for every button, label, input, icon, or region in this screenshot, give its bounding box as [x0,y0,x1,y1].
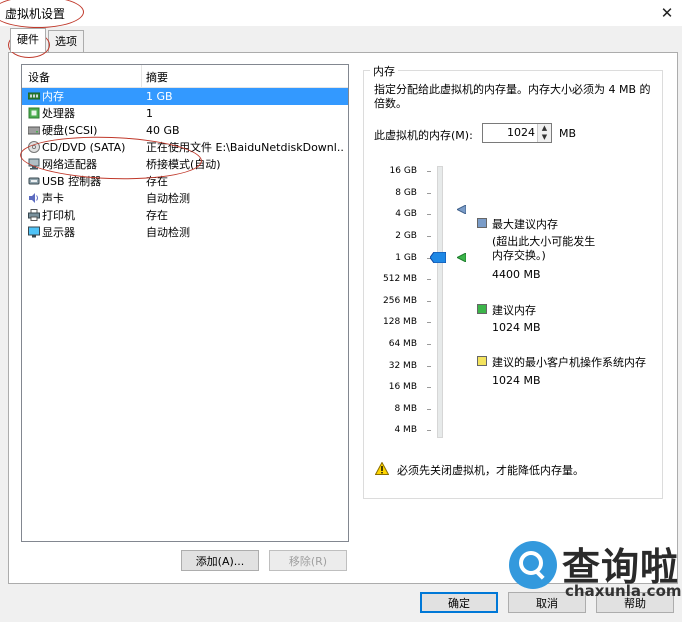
device-summary: 自动检测 [146,226,190,239]
scale-label: 128 MB [383,317,417,327]
slider-tick [427,171,431,172]
add-device-button[interactable]: 添加(A)... [181,550,259,571]
usb-icon [28,177,40,185]
sound-card-icon [29,193,38,203]
scale-label: 4 GB [395,209,417,219]
slider-tick [427,214,431,215]
scale-label: 64 MB [388,339,417,349]
scale-label: 512 MB [383,274,417,284]
legend-label-recommended: 建议内存 [492,304,536,317]
device-list-header: 设备 摘要 [22,65,348,88]
device-name: 打印机 [42,209,75,222]
memory-icon [28,92,40,100]
device-name: 声卡 [42,192,64,205]
device-row-memory[interactable]: 内存 1 GB [22,88,348,105]
display-icon [28,226,40,238]
device-summary: 1 [146,107,153,120]
memory-stepper[interactable]: 1024 ▲ ▼ [482,123,552,143]
title-bar: 虚拟机设置 ✕ [0,0,682,26]
device-row-processor[interactable]: 处理器 1 [22,105,348,122]
close-button[interactable]: ✕ [656,2,678,24]
memory-slider-track[interactable] [437,166,443,438]
column-header-summary[interactable]: 摘要 [146,69,168,85]
scale-label: 8 MB [394,404,417,414]
memory-description: 指定分配给此虚拟机的内存量。内存大小必须为 4 MB 的倍数。 [374,83,651,110]
device-summary: 存在 [146,209,168,222]
processor-icon [28,107,40,119]
legend-swatch-recommended [477,304,487,314]
legend-swatch-min-guest [477,356,487,366]
device-name: 内存 [42,90,64,103]
device-list[interactable]: 设备 摘要 内存 1 GB 处理器 1 硬盘(SCSI) 40 GB CD/DV… [21,64,349,542]
legend-swatch-max [477,218,487,228]
tab-hardware[interactable]: 硬件 [10,28,46,52]
memory-group-title: 内存 [370,63,398,79]
scale-label: 256 MB [383,296,417,306]
device-summary: 1 GB [146,90,173,103]
column-divider[interactable] [141,65,142,87]
recommended-marker [457,253,466,262]
slider-tick [427,322,431,323]
scale-label: 4 MB [394,425,417,435]
legend-value-min-guest: 1024 MB [492,374,541,387]
device-name: 显示器 [42,226,75,239]
memory-unit: MB [559,127,577,140]
stepper-buttons: ▲ ▼ [537,124,551,142]
tab-options[interactable]: 选项 [48,30,84,52]
max-recommended-marker [457,205,466,214]
printer-icon [28,209,40,221]
device-row-sound-card[interactable]: 声卡 自动检测 [22,190,348,207]
device-name: 处理器 [42,107,75,120]
legend-note-max: (超出此大小可能发生内存交换。) [492,235,596,262]
warning-text: 必须先关闭虚拟机，才能降低内存量。 [397,464,584,477]
watermark-url: chaxunla.com [565,582,682,600]
decrement-button[interactable]: ▼ [538,133,551,142]
ok-button[interactable]: 确定 [420,592,498,613]
legend-label-min-guest: 建议的最小客户机操作系统内存 [492,356,646,369]
scale-label: 1 GB [395,253,417,263]
harddisk-icon [28,126,40,135]
scale-label: 32 MB [388,361,417,371]
warning-icon [375,462,389,475]
slider-tick [427,344,431,345]
slider-tick [427,279,431,280]
remove-device-button[interactable]: 移除(R) [269,550,347,571]
slider-tick [427,236,431,237]
scale-label: 8 GB [395,188,417,198]
column-header-device[interactable]: 设备 [28,69,50,85]
watermark-logo-icon [509,541,557,589]
device-row-harddisk[interactable]: 硬盘(SCSI) 40 GB [22,122,348,139]
legend-label-max: 最大建议内存 [492,218,558,231]
slider-tick [427,301,431,302]
memory-field-label: 此虚拟机的内存(M): [374,129,473,142]
device-row-printer[interactable]: 打印机 存在 [22,207,348,224]
scale-label: 16 GB [389,166,417,176]
legend-value-recommended: 1024 MB [492,321,541,334]
device-summary: 存在 [146,175,168,188]
slider-tick [427,366,431,367]
slider-tick [427,409,431,410]
memory-slider-thumb[interactable] [430,252,446,263]
device-row-display[interactable]: 显示器 自动检测 [22,224,348,241]
scale-label: 16 MB [388,382,417,392]
slider-tick [427,430,431,431]
device-summary: 自动检测 [146,192,190,205]
legend-value-max: 4400 MB [492,268,541,281]
memory-value[interactable]: 1024 [483,126,535,139]
slider-tick [427,193,431,194]
slider-tick [427,387,431,388]
device-summary: 40 GB [146,124,180,137]
scale-label: 2 GB [395,231,417,241]
